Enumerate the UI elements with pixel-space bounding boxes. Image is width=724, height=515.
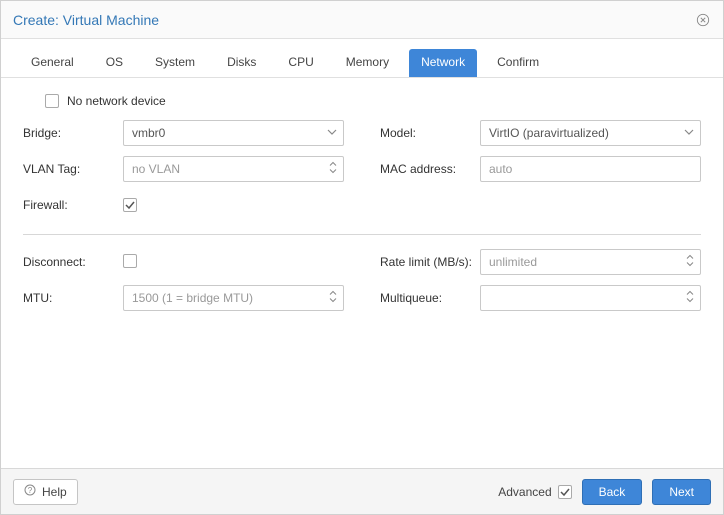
tabbar: General OS System Disks CPU Memory Netwo…: [1, 39, 723, 78]
back-button[interactable]: Back: [582, 479, 643, 505]
model-value: VirtIO (paravirtualized): [489, 126, 609, 140]
disconnect-checkbox[interactable]: [123, 254, 137, 268]
help-icon: ?: [24, 484, 36, 499]
right-column: Model: VirtIO (paravirtualized) MAC addr…: [380, 120, 701, 228]
tab-cpu[interactable]: CPU: [276, 49, 325, 77]
advanced-fields: Disconnect: MTU: 1500 (1 = bridge MTU): [23, 249, 701, 321]
firewall-label: Firewall:: [23, 198, 123, 212]
vlan-value: no VLAN: [132, 162, 180, 176]
tab-memory[interactable]: Memory: [334, 49, 401, 77]
tab-system[interactable]: System: [143, 49, 207, 77]
mac-value: auto: [489, 162, 512, 176]
no-network-checkbox[interactable]: [45, 94, 59, 108]
no-network-row: No network device: [23, 94, 701, 108]
multiqueue-label: Multiqueue:: [380, 291, 480, 305]
disconnect-label: Disconnect:: [23, 255, 123, 269]
tab-os[interactable]: OS: [94, 49, 135, 77]
mtu-label: MTU:: [23, 291, 123, 305]
titlebar: Create: Virtual Machine: [1, 1, 723, 39]
chevron-down-icon: [684, 126, 694, 140]
footer: ? Help Advanced Back Next: [1, 468, 723, 514]
form-body: No network device Bridge: vmbr0 VLAN Tag…: [1, 78, 723, 321]
tab-confirm[interactable]: Confirm: [485, 49, 551, 77]
spinner-icon: [329, 291, 337, 306]
mac-label: MAC address:: [380, 162, 480, 176]
firewall-checkbox[interactable]: [123, 198, 137, 212]
spinner-icon: [686, 291, 694, 306]
model-select[interactable]: VirtIO (paravirtualized): [480, 120, 701, 146]
vlan-label: VLAN Tag:: [23, 162, 123, 176]
spinner-icon: [686, 255, 694, 270]
tab-disks[interactable]: Disks: [215, 49, 268, 77]
rate-value: unlimited: [489, 255, 537, 269]
adv-left-column: Disconnect: MTU: 1500 (1 = bridge MTU): [23, 249, 344, 321]
chevron-down-icon: [327, 126, 337, 140]
help-button[interactable]: ? Help: [13, 479, 78, 505]
spinner-icon: [329, 162, 337, 177]
no-network-label: No network device: [67, 94, 166, 108]
bridge-select[interactable]: vmbr0: [123, 120, 344, 146]
advanced-checkbox[interactable]: [558, 485, 572, 499]
mtu-input[interactable]: 1500 (1 = bridge MTU): [123, 285, 344, 311]
bridge-label: Bridge:: [23, 126, 123, 140]
rate-input[interactable]: unlimited: [480, 249, 701, 275]
top-fields: Bridge: vmbr0 VLAN Tag: no VLAN: [23, 120, 701, 228]
footer-right: Advanced Back Next: [498, 479, 711, 505]
next-button[interactable]: Next: [652, 479, 711, 505]
tab-network[interactable]: Network: [409, 49, 477, 77]
help-label: Help: [42, 485, 67, 499]
multiqueue-input[interactable]: [480, 285, 701, 311]
vm-create-window: Create: Virtual Machine General OS Syste…: [0, 0, 724, 515]
advanced-label: Advanced: [498, 485, 551, 499]
close-icon[interactable]: [695, 12, 711, 28]
advanced-toggle[interactable]: Advanced: [498, 485, 571, 499]
mtu-value: 1500 (1 = bridge MTU): [132, 291, 253, 305]
rate-label: Rate limit (MB/s):: [380, 255, 480, 269]
divider: [23, 234, 701, 235]
left-column: Bridge: vmbr0 VLAN Tag: no VLAN: [23, 120, 344, 228]
bridge-value: vmbr0: [132, 126, 165, 140]
vlan-input[interactable]: no VLAN: [123, 156, 344, 182]
svg-text:?: ?: [28, 486, 33, 495]
window-title: Create: Virtual Machine: [13, 12, 159, 28]
model-label: Model:: [380, 126, 480, 140]
adv-right-column: Rate limit (MB/s): unlimited Multiqueue:: [380, 249, 701, 321]
tab-general[interactable]: General: [19, 49, 86, 77]
mac-input[interactable]: auto: [480, 156, 701, 182]
